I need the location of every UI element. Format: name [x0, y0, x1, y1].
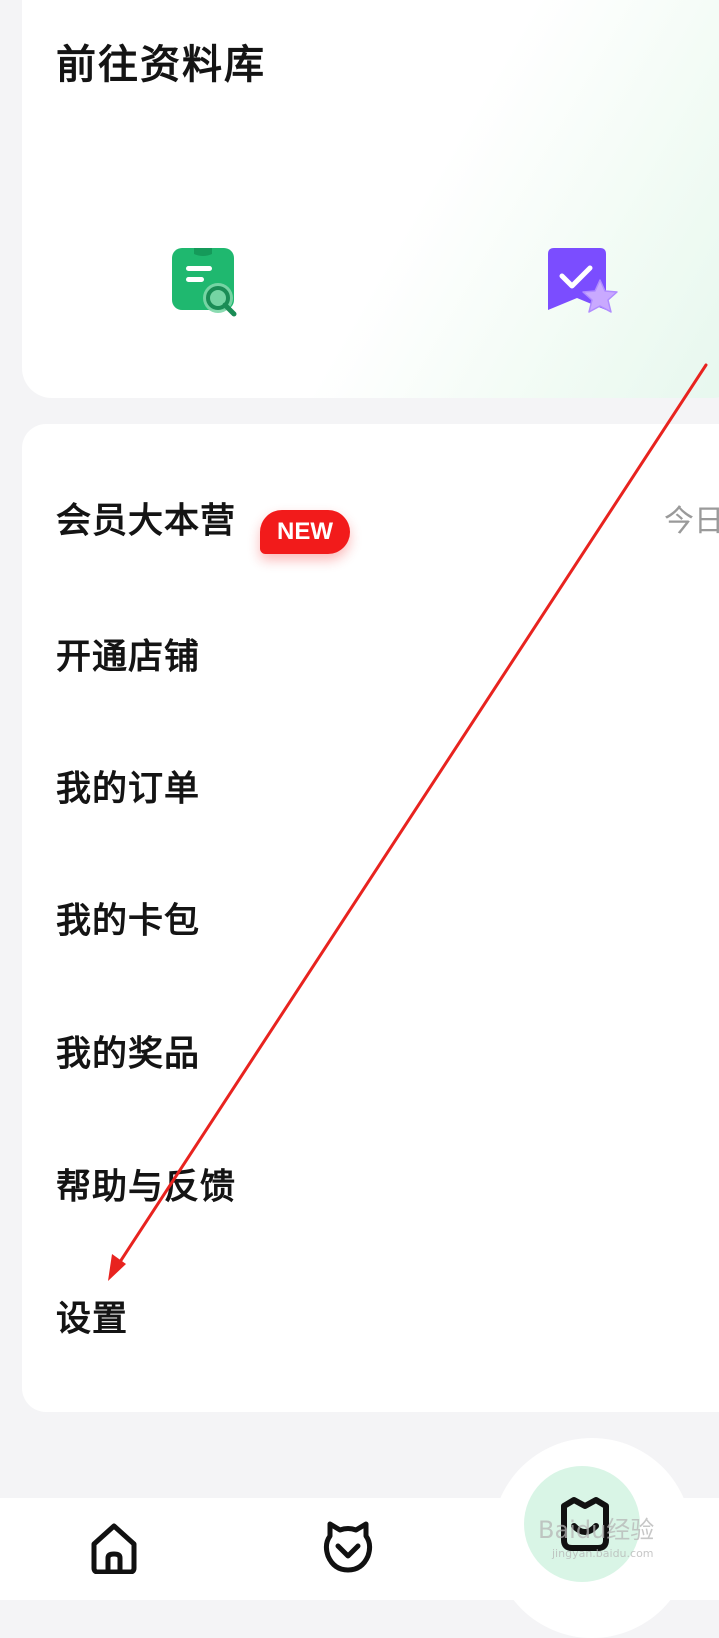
- menu-item-side-text: 今日: [664, 504, 719, 539]
- discover-icon[interactable]: [320, 1518, 376, 1574]
- menu-card: 会员大本营 NEW 今日 开通店铺 我的订单 我的卡包 我的奖品 帮助与反馈 设…: [22, 424, 719, 1412]
- menu-item-open-store[interactable]: 开通店铺: [22, 588, 719, 720]
- menu-item-label: 我的订单: [56, 769, 201, 810]
- menu-item-member-camp[interactable]: 会员大本营 NEW 今日: [22, 452, 719, 584]
- menu-item-my-cards[interactable]: 我的卡包: [22, 852, 719, 984]
- menu-item-label: 开通店铺: [56, 637, 201, 678]
- menu-item-my-orders[interactable]: 我的订单: [22, 720, 719, 852]
- home-icon[interactable]: [86, 1518, 142, 1575]
- menu-item-label: 设置: [56, 1299, 129, 1340]
- document-search-icon[interactable]: [166, 244, 246, 324]
- menu-item-help-feedback[interactable]: 帮助与反馈: [22, 1118, 719, 1250]
- library-title[interactable]: 前往资料库: [56, 32, 266, 90]
- favorite-star-icon[interactable]: [542, 244, 622, 324]
- new-badge: NEW: [260, 510, 350, 554]
- menu-item-label: 我的卡包: [56, 901, 201, 942]
- menu-item-label: 会员大本营: [56, 501, 237, 542]
- menu-item-settings[interactable]: 设置: [22, 1250, 719, 1382]
- menu-item-my-prizes[interactable]: 我的奖品: [22, 985, 719, 1117]
- me-icon[interactable]: [554, 1494, 616, 1556]
- menu-item-label: 我的奖品: [56, 1034, 201, 1075]
- menu-item-label: 帮助与反馈: [56, 1167, 237, 1208]
